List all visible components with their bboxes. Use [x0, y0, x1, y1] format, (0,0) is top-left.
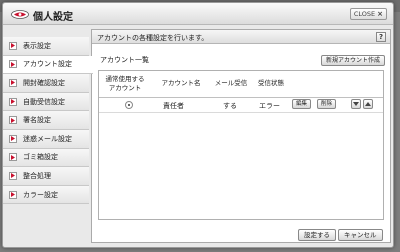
- sidebar-item-account[interactable]: アカウント設定: [3, 55, 93, 75]
- close-button[interactable]: CLOSE ×: [349, 8, 387, 20]
- column-header-mail-receive: メール受信: [214, 79, 248, 87]
- receive-status-cell: エラー: [259, 102, 280, 110]
- sidebar-item-trash[interactable]: ゴミ箱設定: [3, 148, 89, 168]
- delete-button[interactable]: 削除: [317, 99, 337, 109]
- account-table: 通常使用する アカウント アカウント名 メール受信 受信状態 責任者 する エラ…: [98, 70, 384, 220]
- arrow-right-icon: [9, 134, 17, 143]
- arrow-right-icon: [9, 97, 17, 106]
- triangle-up-icon: [365, 102, 371, 106]
- account-list-label: アカウント一覧: [100, 56, 149, 64]
- dialog-title: 個人設定: [33, 12, 73, 23]
- dialog-header: 個人設定 CLOSE ×: [3, 3, 393, 25]
- move-up-button[interactable]: [363, 99, 373, 109]
- panel-header: アカウントの各種設定を行います。 ?: [92, 30, 390, 44]
- arrow-right-icon: [9, 171, 17, 180]
- sidebar-item-display[interactable]: 表示設定: [3, 37, 89, 56]
- arrow-right-icon: [9, 153, 17, 162]
- table-row: 責任者 する エラー 編集 削除: [99, 98, 383, 112]
- sidebar-item-auto-receive[interactable]: 自動受信設定: [3, 92, 89, 112]
- save-button[interactable]: 設定する: [298, 229, 336, 241]
- sidebar-item-label: 自動受信設定: [23, 97, 65, 106]
- move-down-button[interactable]: [351, 99, 361, 109]
- close-label: CLOSE: [353, 10, 376, 18]
- sidebar-item-label: 整合処理: [23, 171, 51, 180]
- sidebar-item-label: ゴミ箱設定: [23, 153, 58, 162]
- arrow-right-icon: [9, 41, 17, 50]
- sidebar-item-color[interactable]: カラー設定: [3, 185, 89, 205]
- edit-button[interactable]: 編集: [292, 99, 312, 109]
- arrow-right-icon: [9, 78, 17, 87]
- panel-title: アカウントの各種設定を行います。: [97, 34, 209, 42]
- mail-receive-cell: する: [223, 102, 237, 110]
- sidebar-item-spam[interactable]: 迷惑メール設定: [3, 129, 89, 149]
- sidebar-item-label: 署名設定: [23, 116, 51, 125]
- settings-sidebar: 表示設定 アカウント設定 開封確認設定 自動受信設定 署名設定 迷惑メール設定 …: [3, 37, 93, 205]
- account-name-cell: 責任者: [163, 102, 184, 110]
- cancel-button[interactable]: キャンセル: [338, 229, 383, 241]
- account-settings-panel: アカウントの各種設定を行います。 ? アカウント一覧 新規アカウント作成 通常使…: [91, 29, 391, 243]
- app-logo-icon: [11, 10, 29, 19]
- column-header-account-name: アカウント名: [161, 79, 201, 87]
- triangle-down-icon: [353, 102, 359, 106]
- sidebar-item-label: 迷惑メール設定: [23, 134, 72, 143]
- default-account-radio[interactable]: [125, 101, 133, 109]
- sidebar-item-label: 表示設定: [23, 41, 51, 50]
- column-header-receive-status: 受信状態: [258, 79, 284, 87]
- close-icon: ×: [377, 10, 383, 18]
- row-divider: [99, 112, 383, 113]
- arrow-right-icon: [9, 116, 17, 125]
- sidebar-item-read-receipt[interactable]: 開封確認設定: [3, 74, 89, 93]
- settings-dialog: 個人設定 CLOSE × 表示設定 アカウント設定 開封確認設定 自動受信設定 …: [2, 2, 394, 248]
- sidebar-item-label: 開封確認設定: [23, 78, 65, 87]
- sidebar-item-label: カラー設定: [23, 190, 58, 199]
- sidebar-item-consistency[interactable]: 整合処理: [3, 167, 89, 186]
- arrow-right-icon: [9, 190, 17, 199]
- new-account-button[interactable]: 新規アカウント作成: [320, 55, 385, 66]
- sidebar-item-label: アカウント設定: [23, 60, 72, 69]
- sidebar-item-signature[interactable]: 署名設定: [3, 111, 89, 130]
- help-button[interactable]: ?: [376, 32, 386, 42]
- column-header-default-account: 通常使用する アカウント: [105, 75, 145, 92]
- arrow-right-icon: [9, 60, 17, 69]
